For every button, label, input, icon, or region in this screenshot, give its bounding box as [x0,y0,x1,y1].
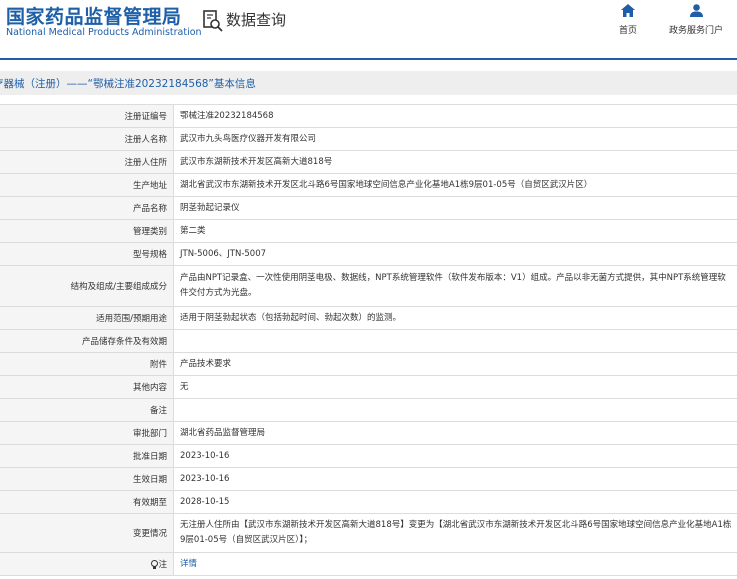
field-label: 附件 [0,352,174,376]
table-row: 备注 [0,398,737,422]
details-link[interactable]: 详情 [180,559,197,569]
field-value: 无注册人住所由【武汉市东湖新技术开发区高新大道818号】变更为【湖北省武汉市东湖… [173,513,737,553]
nav-gov-service-label: 政务服务门户 [668,26,723,36]
field-value: 2023-10-16 [173,444,737,468]
field-value: 武汉市东湖新技术开发区高新大道818号 [173,150,737,174]
table-row: 适用范围/预期用途 适用于阴茎勃起状态（包括勃起时间、勃起次数）的监测。 [0,306,737,330]
field-label: 注册人住所 [0,150,174,174]
field-label: 产品储存条件及有效期 [0,329,174,353]
table-row: 注册人名称 武汉市九头鸟医疗仪器开发有限公司 [0,127,737,151]
record-title: 疗器械（注册）——“鄂械注准20232184568”基本信息 [0,78,256,90]
header-divider [0,58,737,60]
note-label-cell: 注 [0,552,174,576]
home-icon [621,4,635,17]
field-value: 适用于阴茎勃起状态（包括勃起时间、勃起次数）的监测。 [173,306,737,330]
field-label: 适用范围/预期用途 [0,306,174,330]
field-value: 湖北省武汉市东湖新技术开发区北斗路6号国家地球空间信息产业化基地A1栋9层01-… [173,173,737,197]
field-value: 产品技术要求 [173,352,737,376]
table-row: 注册人住所 武汉市东湖新技术开发区高新大道818号 [0,150,737,174]
field-label: 型号规格 [0,242,174,266]
table-row: 其他内容 无 [0,375,737,399]
nav-home-label: 首页 [618,26,637,36]
field-label: 其他内容 [0,375,174,399]
user-icon [689,4,703,17]
field-label: 生产地址 [0,173,174,197]
field-label: 管理类别 [0,219,174,243]
table-row: 生效日期 2023-10-16 [0,467,737,491]
field-value: 湖北省药品监督管理局 [173,421,737,445]
table-row: 审批部门 湖北省药品监督管理局 [0,421,737,445]
field-label: 注 [158,560,167,570]
field-value: 第二类 [173,219,737,243]
field-label: 产品名称 [0,196,174,220]
field-value: 产品由NPT记录盒、一次性使用阴茎电极、数据线，NPT系统管理软件（软件发布版本… [173,265,737,307]
data-query-icon [203,10,223,32]
device-info-table: 注册证编号 鄂械注准20232184568 注册人名称 武汉市九头鸟医疗仪器开发… [0,104,737,576]
field-label: 审批部门 [0,421,174,445]
field-value: 鄂械注准20232184568 [173,104,737,128]
site-header: 国家药品监督管理局 National Medical Products Admi… [0,0,737,58]
table-row: 注 详情 [0,552,737,576]
table-row: 产品储存条件及有效期 [0,329,737,353]
table-row: 附件 产品技术要求 [0,352,737,376]
field-value [173,398,737,422]
table-row: 有效期至 2028-10-15 [0,490,737,514]
field-label: 变更情况 [0,513,174,553]
field-value: JTN-5006、JTN-5007 [173,242,737,266]
field-label: 生效日期 [0,467,174,491]
field-value: 武汉市九头鸟医疗仪器开发有限公司 [173,127,737,151]
record-title-bar: 疗器械（注册）——“鄂械注准20232184568”基本信息 [0,71,737,95]
nav-home[interactable]: 首页 [614,4,642,36]
field-value: 2028-10-15 [173,490,737,514]
field-label: 结构及组成/主要组成成分 [0,265,174,307]
field-label: 有效期至 [0,490,174,514]
table-row: 生产地址 湖北省武汉市东湖新技术开发区北斗路6号国家地球空间信息产业化基地A1栋… [0,173,737,197]
field-label: 注册人名称 [0,127,174,151]
field-value: 阴茎勃起记录仪 [173,196,737,220]
field-value [173,329,737,353]
table-row: 产品名称 阴茎勃起记录仪 [0,196,737,220]
table-row: 型号规格 JTN-5006、JTN-5007 [0,242,737,266]
data-query-title: 数据查询 [226,11,287,29]
field-label: 注册证编号 [0,104,174,128]
table-row: 管理类别 第二类 [0,219,737,243]
nav-gov-service[interactable]: 政务服务门户 [664,4,728,36]
table-row: 结构及组成/主要组成成分 产品由NPT记录盒、一次性使用阴茎电极、数据线，NPT… [0,265,737,307]
table-row: 变更情况 无注册人住所由【武汉市东湖新技术开发区高新大道818号】变更为【湖北省… [0,513,737,553]
field-value-cell: 详情 [173,552,737,576]
table-row: 注册证编号 鄂械注准20232184568 [0,104,737,128]
table-row: 批准日期 2023-10-16 [0,444,737,468]
site-logo-cn[interactable]: 国家药品监督管理局 [6,2,182,29]
field-value: 无 [173,375,737,399]
field-label: 批准日期 [0,444,174,468]
site-logo-en: National Medical Products Administration [6,27,202,38]
field-value: 2023-10-16 [173,467,737,491]
field-label: 备注 [0,398,174,422]
